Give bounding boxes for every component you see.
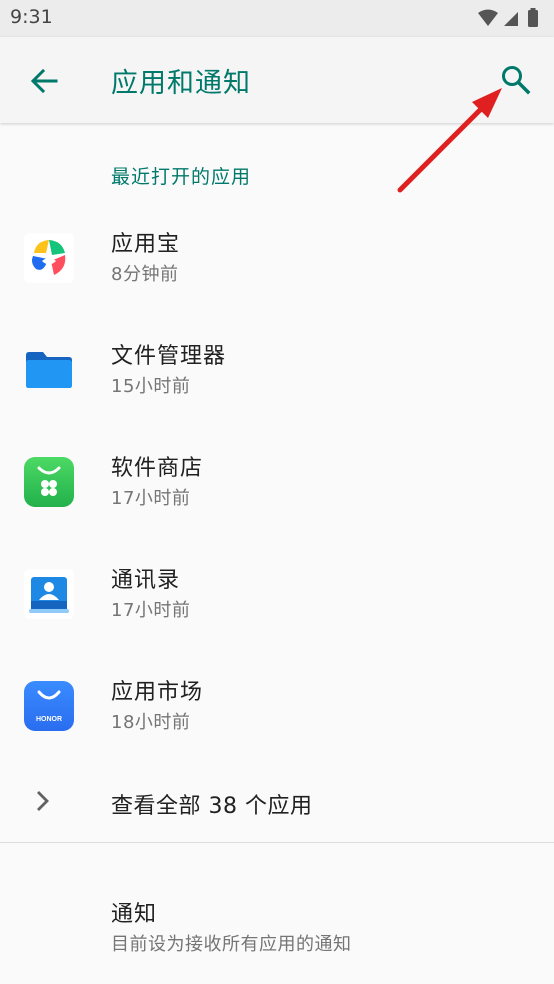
- recent-app-item-contacts[interactable]: 通讯录 17小时前: [0, 544, 554, 644]
- app-market-brand-text: HONOR: [36, 716, 62, 723]
- recent-app-item-app-market[interactable]: HONOR 应用市场 18小时前: [0, 656, 554, 756]
- notifications-item[interactable]: 通知 目前设为接收所有应用的通知: [0, 880, 554, 970]
- app-name: 软件商店: [111, 456, 204, 481]
- app-name: 应用市场: [111, 680, 204, 705]
- contacts-icon: [24, 569, 74, 619]
- folder-icon: [26, 352, 72, 388]
- recent-app-item-yingyongbao[interactable]: 应用宝 8分钟前: [0, 208, 554, 308]
- divider: [0, 842, 554, 843]
- app-name: 文件管理器: [111, 344, 227, 369]
- app-name: 通讯录: [111, 568, 181, 593]
- chevron-right-icon: [37, 791, 49, 811]
- page-title: 应用和通知: [111, 68, 251, 99]
- notifications-title: 通知: [111, 902, 158, 927]
- see-all-apps-label: 查看全部 38 个应用: [111, 794, 313, 819]
- recent-app-item-software-store[interactable]: 软件商店 17小时前: [0, 432, 554, 532]
- app-last-used: 15小时前: [111, 376, 191, 397]
- status-bar: 9:31: [0, 0, 554, 37]
- see-all-apps-button[interactable]: 查看全部 38 个应用: [0, 762, 554, 840]
- section-header-recent-apps: 最近打开的应用: [111, 166, 252, 188]
- app-name: 应用宝: [111, 232, 181, 257]
- app-last-used: 18小时前: [111, 712, 191, 733]
- status-time: 9:31: [10, 6, 53, 28]
- app-last-used: 17小时前: [111, 488, 191, 509]
- app-market-icon: HONOR: [24, 681, 74, 731]
- app-last-used: 8分钟前: [111, 264, 179, 285]
- battery-icon: [528, 10, 538, 27]
- app-bar: 应用和通知: [0, 37, 554, 123]
- search-icon[interactable]: [499, 63, 533, 97]
- yingyongbao-icon: [24, 233, 74, 283]
- recent-app-item-file-manager[interactable]: 文件管理器 15小时前: [0, 320, 554, 420]
- wifi-icon: [478, 9, 498, 26]
- app-last-used: 17小时前: [111, 600, 191, 621]
- signal-icon: [504, 12, 518, 26]
- status-icons: [478, 8, 538, 27]
- notifications-summary: 目前设为接收所有应用的通知: [111, 934, 352, 955]
- software-store-icon: [24, 457, 74, 507]
- arrow-left-icon[interactable]: [28, 65, 60, 97]
